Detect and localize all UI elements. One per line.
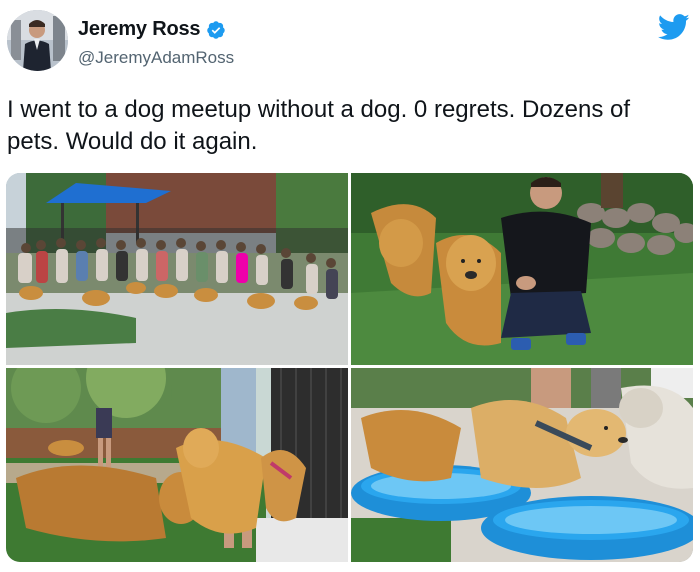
tweet-text: I went to a dog meetup without a dog. 0 … [7, 96, 631, 155]
media-photo-1[interactable] [6, 173, 348, 365]
avatar[interactable] [7, 10, 68, 71]
author-name-row: Jeremy Ross [78, 18, 226, 41]
verified-badge-icon [206, 20, 226, 40]
media-grid [6, 173, 693, 562]
display-name[interactable]: Jeremy Ross [78, 18, 201, 41]
author-handle[interactable]: @JeremyAdamRoss [78, 48, 234, 68]
media-photo-4[interactable] [351, 368, 693, 562]
tweet-card: Jeremy Ross @JeremyAdamRoss I went to a … [0, 0, 700, 572]
media-photo-2[interactable] [351, 173, 693, 365]
media-photo-3[interactable] [6, 368, 348, 562]
twitter-bird-icon[interactable] [657, 14, 690, 41]
